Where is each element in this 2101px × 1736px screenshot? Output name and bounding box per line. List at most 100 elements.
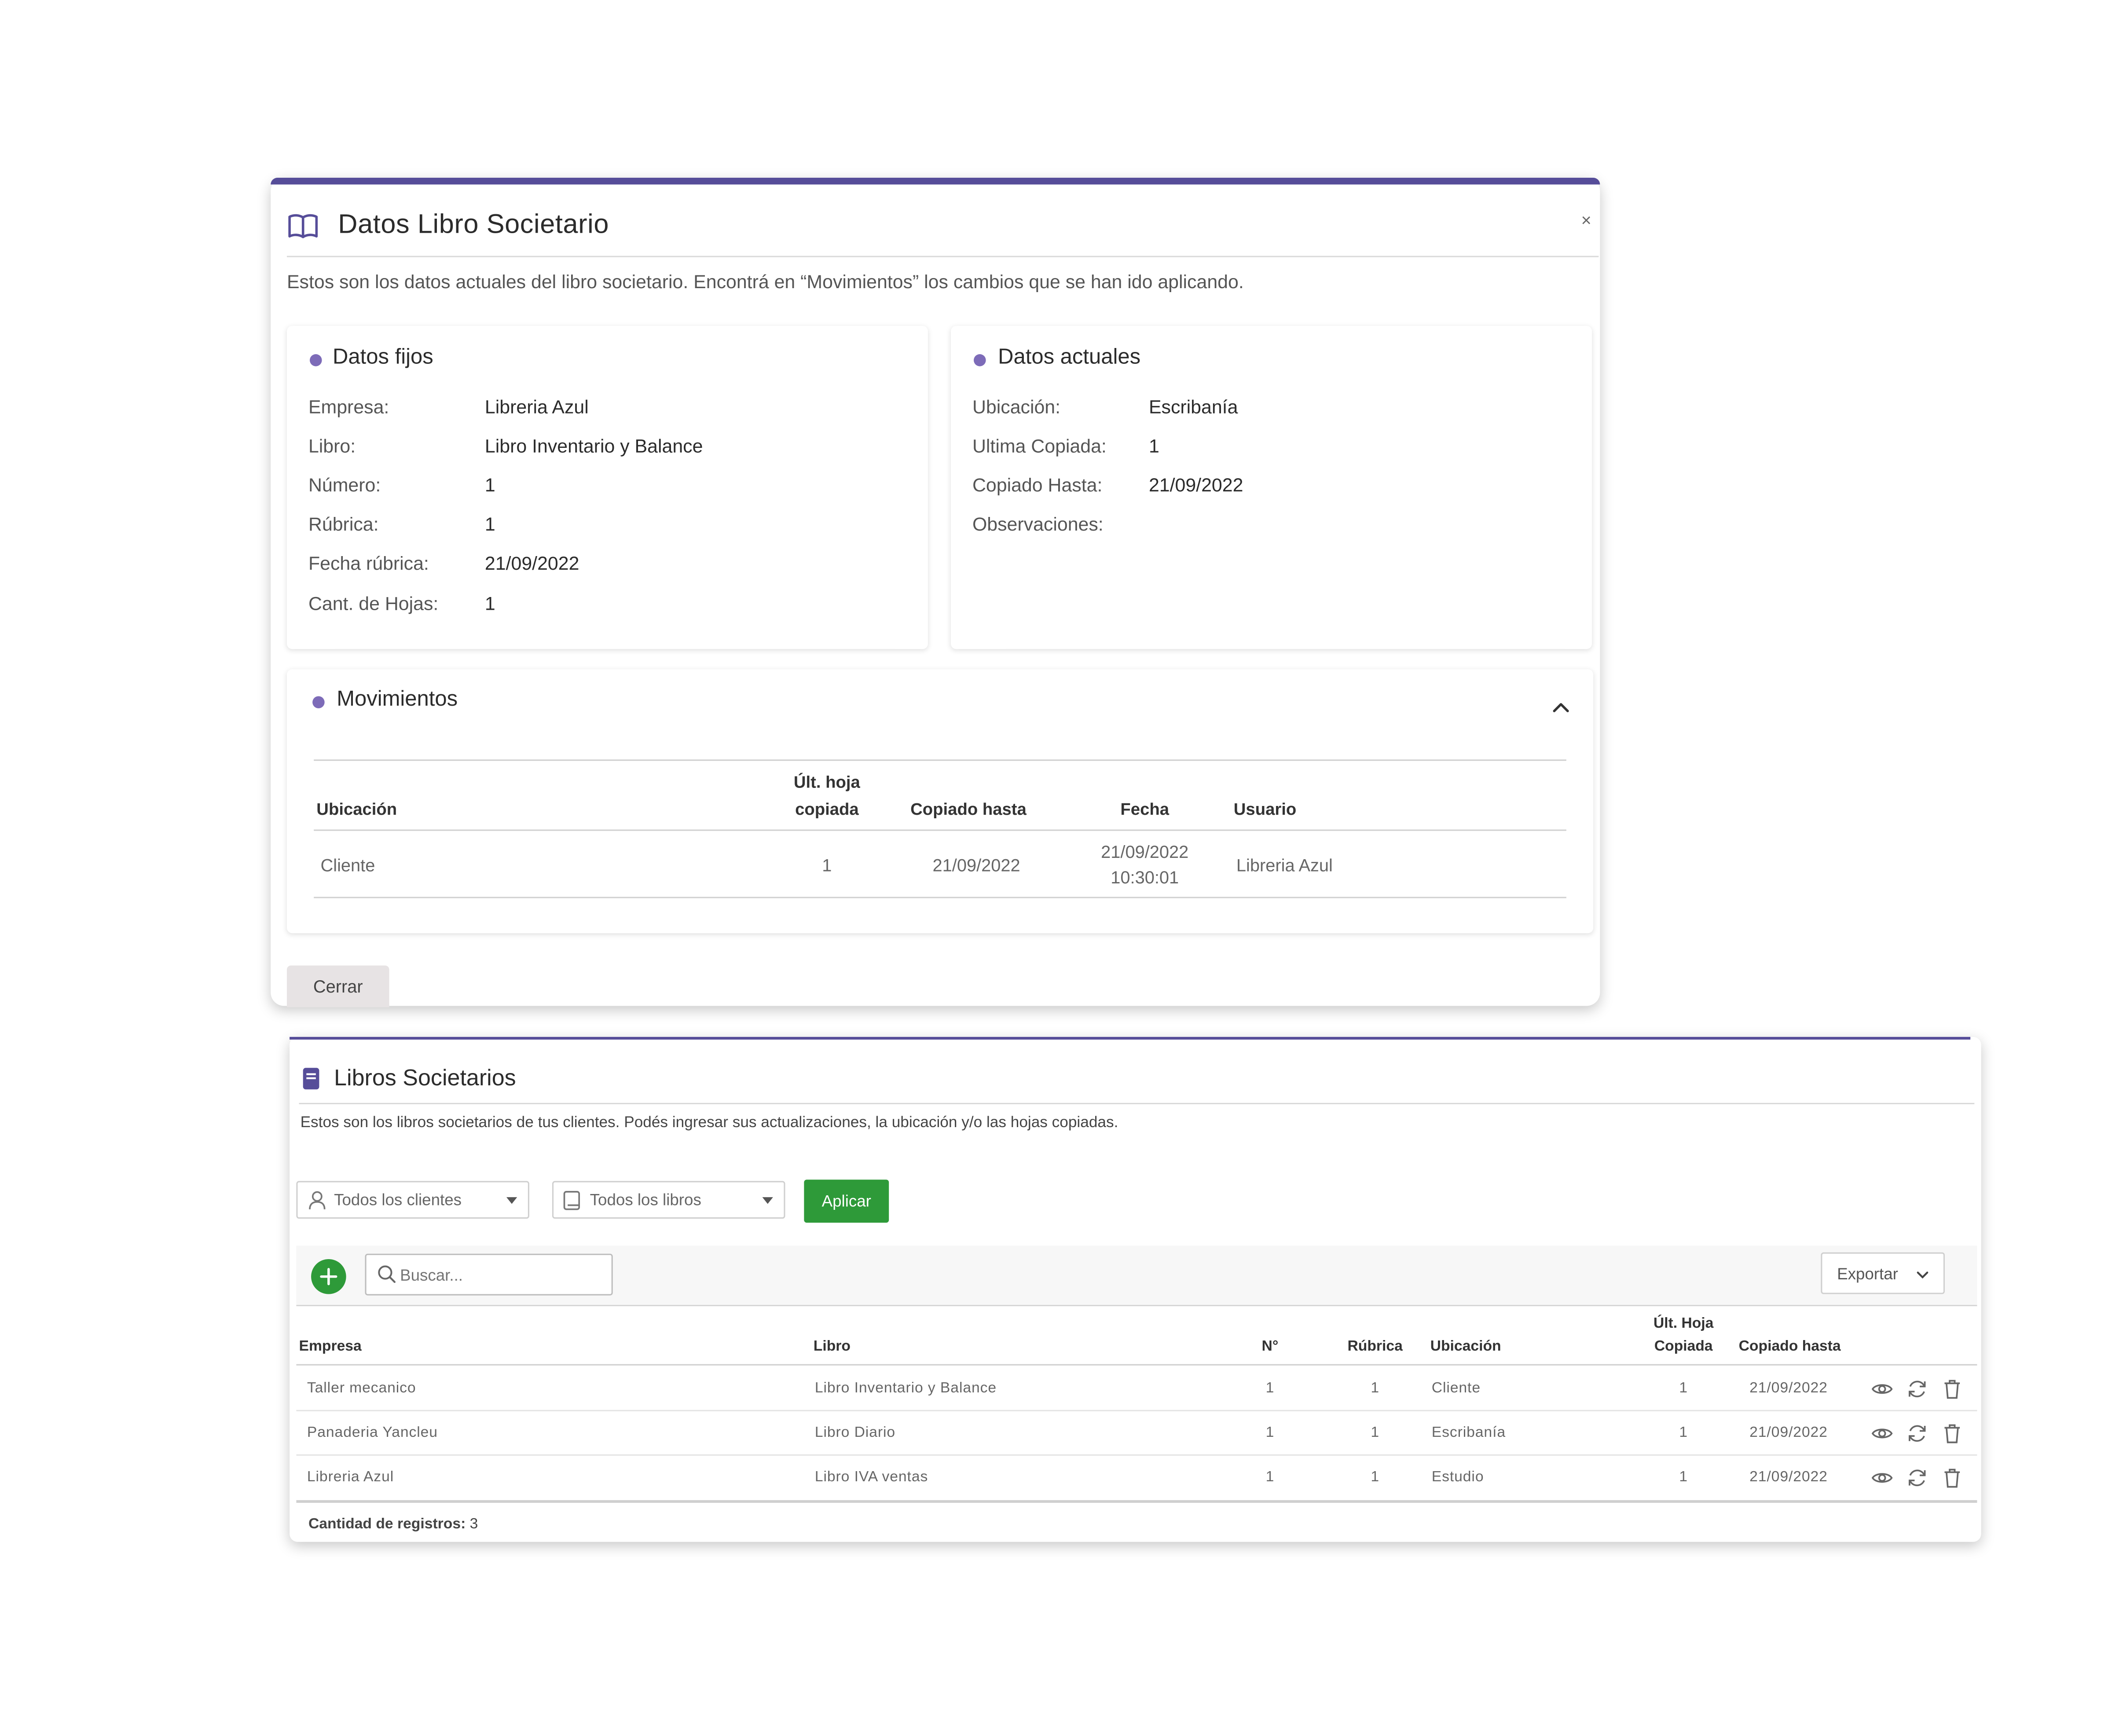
table-bottom-divider [296,1500,1977,1503]
col-fecha: Fecha [1120,800,1170,819]
datos-actuales-panel: Datos actuales Ubicación: Escribanía Ult… [950,326,1592,649]
col-ubicacion: Ubicación [316,800,397,819]
modal-title: Datos Libro Societario [338,210,609,240]
books-filter-select[interactable]: Todos los libros [552,1181,785,1219]
field-label: Libro: [308,435,356,457]
cerrar-button[interactable]: Cerrar [286,965,389,1007]
cell-numero: 1 [1265,1469,1275,1486]
plus-icon [320,1268,337,1286]
field-value-fecha-rubrica: 21/09/2022 [484,552,579,574]
cell-ubicacion: Cliente [320,855,375,875]
datos-actuales-bullet [974,354,986,366]
modal-accent-bar [271,178,1600,185]
list-header-divider [296,1364,1977,1366]
exportar-label: Exportar [1837,1264,1898,1283]
close-icon[interactable]: × [1581,210,1591,231]
caret-down-icon [762,1197,773,1204]
col-numero: N° [1261,1338,1279,1355]
datos-fijos-panel: Datos fijos Empresa: Libreria Azul Libro… [286,326,928,649]
cell-rubrica: 1 [1371,1380,1379,1397]
refresh-icon[interactable] [1906,1422,1929,1445]
col-usuario: Usuario [1233,800,1297,819]
cell-empresa: Panaderia Yancleu [307,1425,438,1441]
field-value-ubicacion: Escribanía [1148,396,1238,418]
add-libro-button[interactable] [311,1259,346,1294]
datos-fijos-bullet [310,354,322,366]
trash-icon[interactable] [1941,1466,1964,1489]
movimientos-panel: Movimientos Ubicación Últ. hoja copiada … [286,669,1594,934]
cell-fecha: 21/09/2022 [1101,842,1189,862]
field-label: Fecha rúbrica: [308,552,429,574]
col-ubicacion: Ubicación [1430,1338,1501,1355]
exportar-button[interactable]: Exportar [1821,1252,1945,1294]
cell-ult-hoja: 1 [1679,1469,1688,1486]
aplicar-button[interactable]: Aplicar [804,1179,889,1223]
eye-icon[interactable] [1871,1377,1894,1400]
datos-fijos-title: Datos fijos [333,346,433,369]
cell-libro: Libro Inventario y Balance [814,1380,997,1397]
refresh-icon[interactable] [1906,1377,1929,1400]
col-ult-hoja: Últ. Hoja [1653,1315,1714,1332]
row-divider [296,1454,1977,1456]
field-value-libro: Libro Inventario y Balance [484,435,703,457]
search-box[interactable] [365,1253,613,1296]
field-value-copiado-hasta: 21/09/2022 [1148,474,1243,496]
field-label: Número: [308,474,381,496]
cell-numero: 1 [1265,1380,1275,1397]
field-value-rubrica: 1 [484,513,495,535]
book-icon [303,1068,319,1090]
trash-icon[interactable] [1941,1377,1964,1400]
field-label: Ultima Copiada: [972,435,1107,457]
col-copiado-hasta: Copiado hasta [1738,1338,1841,1355]
chevron-up-icon[interactable] [1551,700,1570,714]
user-icon [309,1191,326,1209]
cell-usuario: Libreria Azul [1236,855,1333,875]
cell-ult-hoja: 1 [822,855,832,875]
field-label: Ubicación: [972,396,1061,418]
header-divider [314,829,1566,831]
field-value-numero: 1 [484,474,495,496]
cell-empresa: Taller mecanico [307,1380,416,1397]
list-accent-bar [290,1036,1971,1040]
cell-rubrica: 1 [1371,1425,1379,1441]
cell-copiado-hasta: 21/09/2022 [932,855,1020,875]
movimientos-title: Movimientos [337,688,458,711]
field-label: Copiado Hasta: [972,474,1103,496]
field-label: Rúbrica: [308,513,379,535]
col-ult-hoja: Copiada [1654,1338,1713,1355]
movimientos-bullet [312,696,325,709]
libros-societarios-card: Libros Societarios Estos son los libros … [290,1036,1981,1542]
field-label: Observaciones: [972,513,1104,535]
title-divider [286,256,1599,257]
search-input[interactable] [400,1255,602,1294]
field-label: Cant. de Hojas: [308,592,439,614]
list-title-divider [299,1102,1975,1104]
eye-icon[interactable] [1871,1466,1894,1489]
field-value-empresa: Libreria Azul [484,396,589,418]
col-empresa: Empresa [299,1338,362,1355]
caret-down-icon [506,1197,517,1204]
cell-ult-hoja: 1 [1679,1425,1688,1441]
refresh-icon[interactable] [1906,1466,1929,1489]
col-rubrica: Rúbrica [1347,1338,1403,1355]
cell-hora: 10:30:01 [1111,867,1179,888]
record-count-label: Cantidad de registros: [308,1516,466,1533]
chevron-down-icon [1917,1271,1929,1279]
cell-ubicacion: Escribanía [1431,1425,1506,1441]
col-copiado-hasta: Copiado hasta [910,800,1027,819]
book-outline-icon [563,1191,580,1210]
cell-libro: Libro IVA ventas [814,1469,928,1486]
eye-icon[interactable] [1871,1422,1894,1445]
cell-ubicacion: Estudio [1431,1469,1484,1486]
cell-copiado-hasta: 21/09/2022 [1749,1425,1828,1441]
table-top-divider [314,759,1566,761]
record-count: Cantidad de registros: 3 [308,1516,478,1533]
trash-icon[interactable] [1941,1422,1964,1445]
cell-copiado-hasta: 21/09/2022 [1749,1469,1828,1486]
clients-filter-value: Todos los clientes [334,1190,462,1209]
row-divider [314,897,1566,898]
stage: Datos Libro Societario × Estos son los d… [0,0,2101,1736]
col-ult-hoja: copiada [795,800,859,819]
clients-filter-select[interactable]: Todos los clientes [296,1181,529,1219]
cell-numero: 1 [1265,1425,1275,1441]
